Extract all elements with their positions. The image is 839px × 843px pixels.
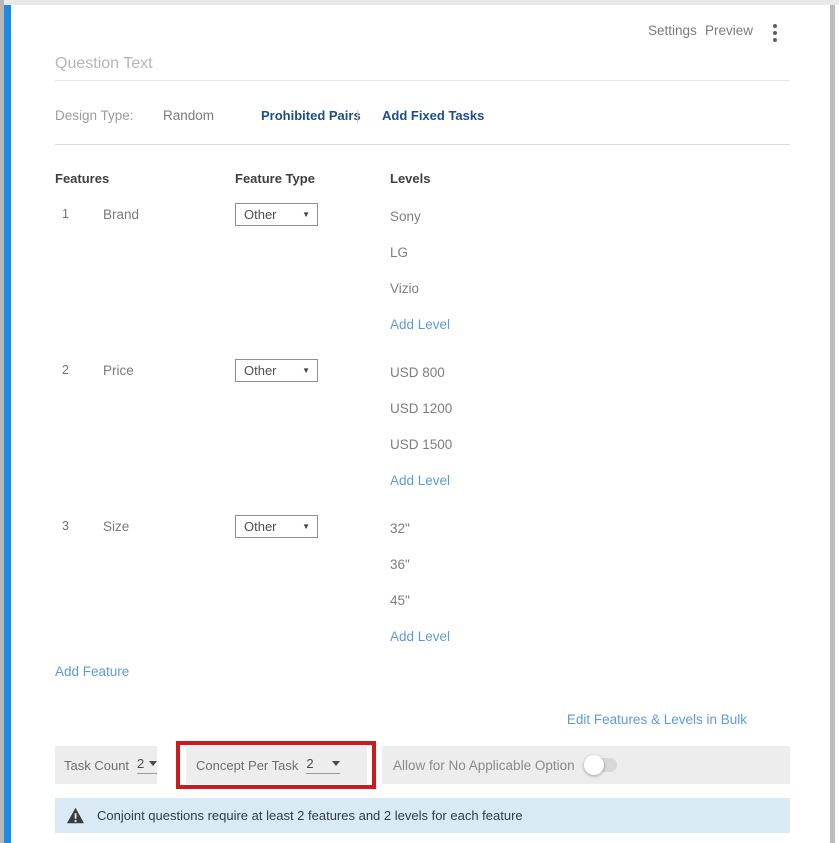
add-level-link[interactable]: Add Level [390, 471, 452, 491]
task-count-control: Task Count 2 [55, 746, 157, 784]
feature-number: 3 [62, 519, 69, 533]
add-feature-link[interactable]: Add Feature [55, 664, 129, 679]
conjoint-question-editor: Settings Preview Design Type: Random Pro… [0, 0, 839, 843]
design-type-label: Design Type: [55, 108, 134, 123]
feature-number: 1 [62, 207, 69, 221]
feature-type-select[interactable]: Other ▼ [235, 515, 318, 538]
add-level-link[interactable]: Add Level [390, 627, 450, 647]
levels-list: 32" 36" 45" Add Level [390, 519, 450, 647]
levels-column-header: Levels [390, 171, 430, 186]
level-value[interactable]: Sony [390, 207, 450, 227]
chevron-down-icon: ▼ [302, 522, 310, 531]
warning-triangle-icon [66, 807, 85, 824]
settings-link[interactable]: Settings [648, 23, 697, 38]
concept-per-task-value: 2 [306, 756, 313, 771]
warning-text: Conjoint questions require at least 2 fe… [97, 808, 523, 823]
divider [55, 144, 790, 145]
feature-name[interactable]: Brand [103, 207, 139, 222]
task-count-value: 2 [137, 756, 144, 771]
more-options-kebab-icon[interactable] [770, 23, 780, 43]
chevron-down-icon [332, 761, 340, 766]
task-count-dropdown[interactable]: 2 [137, 756, 157, 774]
allow-no-applicable-label: Allow for No Applicable Option [393, 758, 575, 773]
top-edge-strip [0, 0, 839, 5]
feature-type-selected-value: Other [244, 519, 277, 534]
feature-name[interactable]: Size [103, 519, 129, 534]
level-value[interactable]: 45" [390, 591, 450, 611]
features-column-header: Features [55, 171, 109, 186]
feature-type-select[interactable]: Other ▼ [235, 203, 318, 226]
preview-link[interactable]: Preview [705, 23, 753, 38]
chevron-down-icon: ▼ [302, 366, 310, 375]
level-value[interactable]: USD 800 [390, 363, 452, 383]
level-value[interactable]: 36" [390, 555, 450, 575]
chevron-down-icon [149, 761, 157, 766]
level-value[interactable]: 32" [390, 519, 450, 539]
concept-per-task-control: Concept Per Task 2 [186, 746, 367, 784]
task-count-label: Task Count [64, 758, 129, 773]
feature-type-select[interactable]: Other ▼ [235, 359, 318, 382]
selected-question-indicator [4, 5, 11, 843]
separator: | [356, 108, 360, 123]
add-level-link[interactable]: Add Level [390, 315, 450, 335]
add-fixed-tasks-link[interactable]: Add Fixed Tasks [382, 108, 484, 123]
prohibited-pairs-link[interactable]: Prohibited Pairs [261, 108, 361, 123]
right-edge-strip [830, 5, 835, 843]
level-value[interactable]: Vizio [390, 279, 450, 299]
feature-type-selected-value: Other [244, 363, 277, 378]
design-type-value[interactable]: Random [163, 108, 214, 123]
level-value[interactable]: LG [390, 243, 450, 263]
toggle-knob [584, 755, 604, 775]
level-value[interactable]: USD 1200 [390, 399, 452, 419]
allow-no-applicable-control: Allow for No Applicable Option [382, 746, 790, 784]
levels-list: USD 800 USD 1200 USD 1500 Add Level [390, 363, 452, 491]
concept-per-task-label: Concept Per Task [196, 758, 298, 773]
levels-list: Sony LG Vizio Add Level [390, 207, 450, 335]
warning-banner: Conjoint questions require at least 2 fe… [55, 798, 790, 833]
edit-features-levels-bulk-link[interactable]: Edit Features & Levels in Bulk [567, 712, 747, 727]
feature-name[interactable]: Price [103, 363, 134, 378]
feature-type-column-header: Feature Type [235, 171, 315, 186]
design-type-row: Design Type: Random Prohibited Pairs | A… [0, 108, 839, 128]
level-value[interactable]: USD 1500 [390, 435, 452, 455]
question-text-input[interactable] [55, 48, 790, 81]
chevron-down-icon: ▼ [302, 210, 310, 219]
allow-no-applicable-toggle[interactable] [587, 758, 617, 772]
feature-type-selected-value: Other [244, 207, 277, 222]
feature-number: 2 [62, 363, 69, 377]
concept-per-task-dropdown[interactable]: 2 [306, 756, 340, 774]
